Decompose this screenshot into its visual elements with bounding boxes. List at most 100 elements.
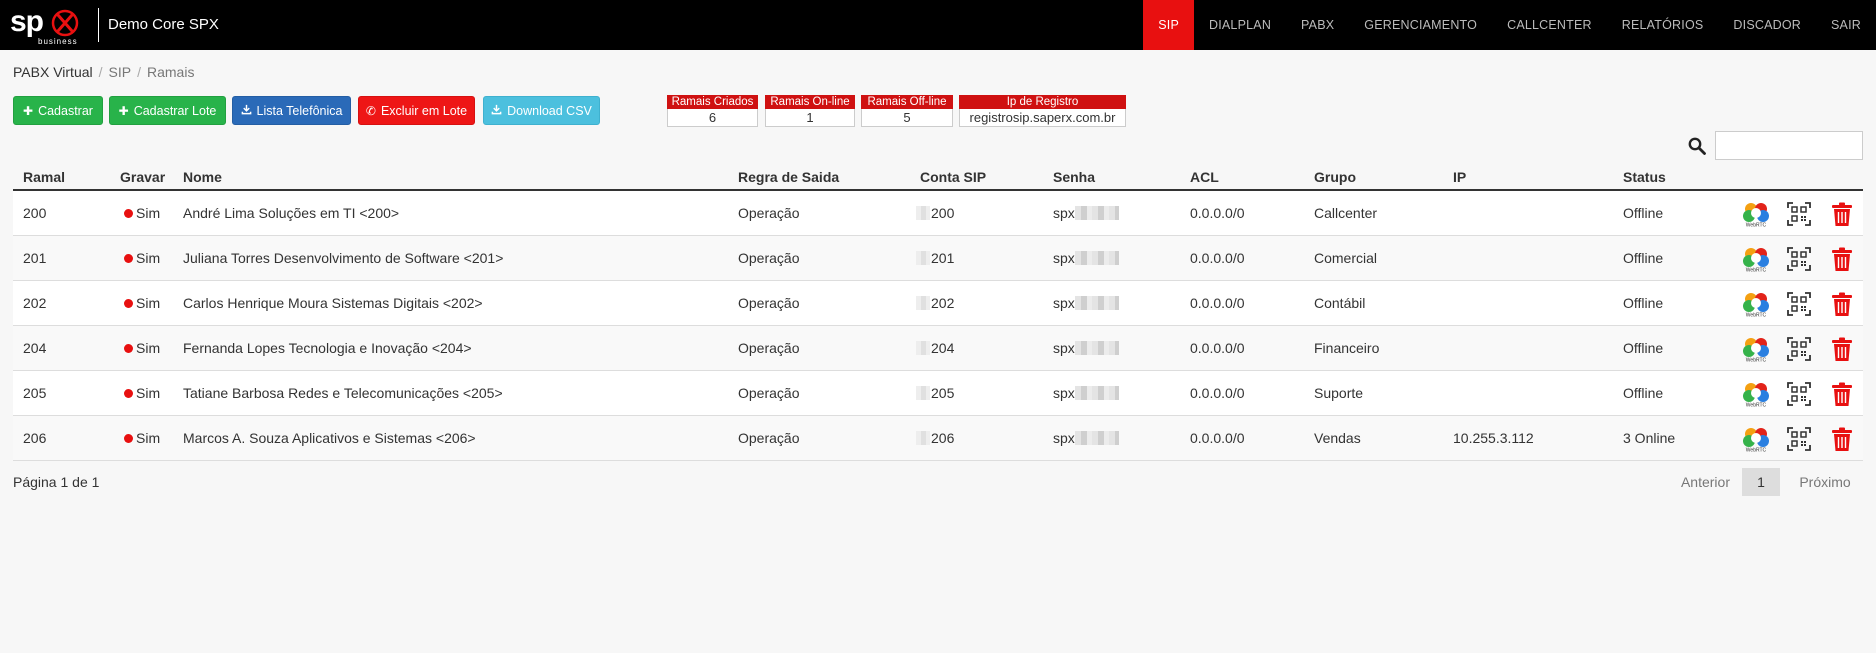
tenant-name: Demo Core SPX: [108, 16, 219, 33]
nav-callcenter[interactable]: CALLCENTER: [1492, 0, 1607, 50]
nav-sip[interactable]: SIP: [1143, 0, 1194, 50]
conta-value: 200: [931, 205, 955, 221]
main-nav: SIP DIALPLAN PABX GERENCIAMENTO CALLCENT…: [1143, 0, 1876, 50]
delete-icon[interactable]: [1828, 380, 1856, 408]
table-row[interactable]: 206 Sim Marcos A. Souza Aplicativos e Si…: [13, 416, 1863, 461]
cell-gravar: Sim: [124, 191, 160, 236]
qr-code-icon[interactable]: [1785, 380, 1813, 408]
table-row[interactable]: 204 Sim Fernanda Lopes Tecnologia e Inov…: [13, 326, 1863, 371]
pagination-page-1[interactable]: 1: [1742, 468, 1780, 496]
webrtc-icon[interactable]: WebRTC: [1742, 290, 1770, 318]
cell-senha: spx: [1053, 371, 1119, 416]
table-header: Ramal Gravar Nome Regra de Saida Conta S…: [13, 166, 1863, 191]
conta-value: 204: [931, 340, 955, 356]
nav-pabx[interactable]: PABX: [1286, 0, 1349, 50]
download-csv-button[interactable]: Download CSV: [483, 96, 600, 125]
cell-conta-sip: 205: [916, 371, 954, 416]
col-ramal[interactable]: Ramal: [23, 169, 65, 185]
lista-telefonica-button[interactable]: Lista Telefônica: [232, 96, 351, 125]
qr-code-icon[interactable]: [1785, 425, 1813, 453]
redacted-mask: [1074, 206, 1119, 220]
cell-status: Offline: [1623, 250, 1664, 266]
senha-value: spx: [1053, 385, 1075, 401]
cadastrar-lote-button[interactable]: ✚ Cadastrar Lote: [109, 96, 226, 125]
delete-icon[interactable]: [1828, 200, 1856, 228]
cell-nome[interactable]: Tatiane Barbosa Redes e Telecomunicações…: [183, 371, 503, 416]
qr-code-icon[interactable]: [1785, 245, 1813, 273]
cell-regra: Operação: [738, 340, 800, 356]
webrtc-icon[interactable]: WebRTC: [1742, 380, 1770, 408]
cell-regra: Operação: [738, 430, 800, 446]
cell-ramal: 202: [23, 295, 47, 311]
col-conta-sip[interactable]: Conta SIP: [920, 169, 986, 185]
breadcrumb-ramais: Ramais: [147, 64, 195, 80]
webrtc-icon[interactable]: WebRTC: [1742, 200, 1770, 228]
col-status[interactable]: Status: [1623, 169, 1666, 185]
senha-value: spx: [1053, 340, 1075, 356]
pagination-next[interactable]: Próximo: [1785, 468, 1865, 496]
recording-dot-icon: [124, 434, 133, 443]
col-grupo[interactable]: Grupo: [1314, 169, 1356, 185]
nav-dialplan[interactable]: DIALPLAN: [1194, 0, 1286, 50]
webrtc-icon[interactable]: WebRTC: [1742, 245, 1770, 273]
cell-acl: 0.0.0.0/0: [1190, 295, 1245, 311]
cell-nome[interactable]: André Lima Soluções em TI <200>: [183, 191, 399, 236]
cell-nome[interactable]: Marcos A. Souza Aplicativos e Sistemas <…: [183, 416, 476, 461]
qr-code-icon[interactable]: [1785, 200, 1813, 228]
col-acl[interactable]: ACL: [1190, 169, 1219, 185]
table-row[interactable]: 205 Sim Tatiane Barbosa Redes e Telecomu…: [13, 371, 1863, 416]
phone-icon: ✆: [365, 104, 376, 118]
recording-dot-icon: [124, 254, 133, 263]
col-nome[interactable]: Nome: [183, 169, 222, 185]
cell-gravar: Sim: [124, 281, 160, 326]
cell-nome[interactable]: Juliana Torres Desenvolvimento de Softwa…: [183, 236, 503, 281]
qr-code-icon[interactable]: [1785, 290, 1813, 318]
webrtc-icon[interactable]: WebRTC: [1742, 425, 1770, 453]
excluir-lote-button[interactable]: ✆ Excluir em Lote: [358, 96, 475, 125]
cell-ramal: 200: [23, 205, 47, 221]
delete-icon[interactable]: [1828, 335, 1856, 363]
cell-status: Offline: [1623, 295, 1664, 311]
nav-relatorios[interactable]: RELATÓRIOS: [1607, 0, 1719, 50]
cell-grupo: Comercial: [1314, 250, 1378, 266]
table-row[interactable]: 202 Sim Carlos Henrique Moura Sistemas D…: [13, 281, 1863, 326]
lista-telefonica-label: Lista Telefônica: [256, 104, 343, 118]
cell-ramal: 205: [23, 385, 47, 401]
delete-icon[interactable]: [1828, 245, 1856, 273]
cell-nome[interactable]: Carlos Henrique Moura Sistemas Digitais …: [183, 281, 483, 326]
stat-ramais-offline: Ramais Off-line 5: [861, 95, 953, 127]
delete-icon[interactable]: [1828, 425, 1856, 453]
breadcrumb-sip[interactable]: SIP: [109, 64, 132, 80]
table-row[interactable]: 201 Sim Juliana Torres Desenvolvimento d…: [13, 236, 1863, 281]
search-input[interactable]: [1715, 131, 1863, 160]
cell-status: 3 Online: [1623, 430, 1676, 446]
logo-x-icon: [51, 9, 79, 37]
nav-gerenciamento[interactable]: GERENCIAMENTO: [1349, 0, 1492, 50]
nav-sair[interactable]: SAIR: [1816, 0, 1876, 50]
delete-icon[interactable]: [1828, 290, 1856, 318]
top-navbar: sp business Demo Core SPX SIP DIALPLAN P…: [0, 0, 1876, 50]
col-ip[interactable]: IP: [1453, 169, 1466, 185]
spx-logo[interactable]: sp business: [10, 5, 82, 46]
qr-code-icon[interactable]: [1785, 335, 1813, 363]
nav-discador[interactable]: DISCADOR: [1718, 0, 1816, 50]
webrtc-icon[interactable]: WebRTC: [1742, 335, 1770, 363]
cell-grupo: Callcenter: [1314, 205, 1378, 221]
table-body: 200 Sim André Lima Soluções em TI <200> …: [13, 191, 1863, 461]
pagination-prev[interactable]: Anterior: [1660, 468, 1740, 496]
table-row[interactable]: 200 Sim André Lima Soluções em TI <200> …: [13, 191, 1863, 236]
cell-senha: spx: [1053, 416, 1119, 461]
breadcrumb-pabx-virtual[interactable]: PABX Virtual: [13, 64, 93, 80]
cadastrar-button[interactable]: ✚ Cadastrar: [13, 96, 103, 125]
col-senha[interactable]: Senha: [1053, 169, 1095, 185]
cell-ip: 10.255.3.112: [1453, 430, 1534, 446]
webrtc-caption: WebRTC: [1746, 448, 1767, 454]
cell-nome[interactable]: Fernanda Lopes Tecnologia e Inovação <20…: [183, 326, 472, 371]
col-gravar[interactable]: Gravar: [120, 169, 165, 185]
col-regra-saida[interactable]: Regra de Saida: [738, 169, 839, 185]
cell-ramal: 204: [23, 340, 47, 356]
senha-value: spx: [1053, 205, 1075, 221]
gravar-value: Sim: [136, 205, 161, 221]
redacted-mask: [916, 386, 930, 400]
senha-value: spx: [1053, 250, 1075, 266]
